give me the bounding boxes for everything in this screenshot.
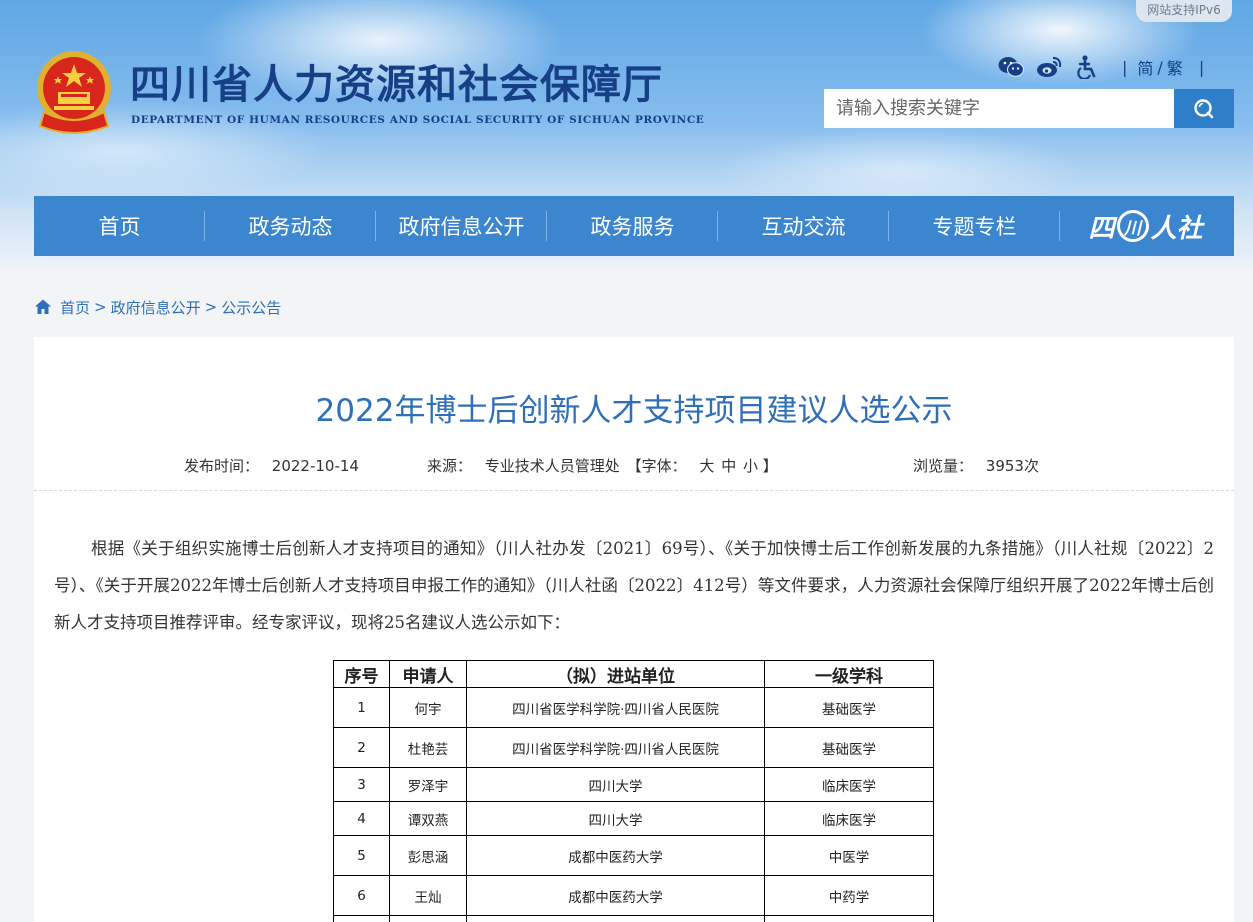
table-header-row: 序号 申请人 （拟）进站单位 一级学科 [333, 660, 934, 688]
tool-separator: | [1122, 57, 1128, 77]
nav-government-services[interactable]: 政务服务 [547, 196, 718, 256]
cell-unit: 成都中医药大学 [466, 835, 765, 876]
publish-date: 发布时间： 2022-10-14 [184, 455, 359, 476]
cell-discipline [764, 915, 934, 922]
accessibility-icon[interactable] [1074, 55, 1100, 79]
breadcrumb-home[interactable]: 首页 [60, 297, 90, 318]
home-icon [35, 299, 51, 314]
main-nav: 首页 政务动态 政府信息公开 政务服务 互动交流 专题专栏 四 川 人社 [34, 196, 1234, 256]
col-header-no: 序号 [333, 660, 390, 688]
view-count-label: 浏览量： [913, 457, 974, 475]
cell-name: 谭双燕 [389, 801, 467, 836]
nav-home[interactable]: 首页 [34, 196, 205, 256]
col-header-applicant: 申请人 [389, 660, 467, 688]
sichuan-hrss-brand-logo[interactable]: 四 川 人社 [1060, 196, 1231, 256]
table-row [333, 915, 934, 922]
brand-ring-text: 川 [1124, 218, 1141, 239]
ipv6-badge: 网站支持IPv6 [1136, 0, 1232, 22]
cell-name [389, 915, 467, 922]
breadcrumb-announcements[interactable]: 公示公告 [221, 297, 281, 318]
cell-name: 罗泽宇 [389, 767, 467, 802]
cell-discipline: 临床医学 [764, 801, 934, 836]
cell-discipline: 中药学 [764, 875, 934, 916]
col-header-discipline: 一级学科 [764, 660, 934, 688]
cell-discipline: 临床医学 [764, 767, 934, 802]
table-row: 5 彭思涵 成都中医药大学 中医学 [333, 835, 934, 876]
wechat-icon[interactable] [998, 55, 1024, 79]
table-row: 2 杜艳芸 四川省医学科学院·四川省人民医院 基础医学 [333, 727, 934, 768]
breadcrumb-info-disclosure[interactable]: 政府信息公开 [111, 297, 201, 318]
search-icon [1194, 98, 1214, 118]
site-subtitle: DEPARTMENT OF HUMAN RESOURCES AND SOCIAL… [131, 114, 705, 126]
source-value: 专业技术人员管理处 [484, 457, 620, 475]
cell-no: 2 [333, 727, 390, 768]
font-size-close: 】 [762, 457, 778, 475]
national-emblem-icon [37, 51, 111, 134]
header-tools: | 简 / 繁 | [998, 54, 1214, 80]
view-count-value: 3953次 [985, 457, 1039, 475]
font-size-small[interactable]: 小 [743, 457, 758, 475]
cell-unit: 四川大学 [466, 801, 765, 836]
col-header-unit: （拟）进站单位 [466, 660, 765, 688]
cell-unit [466, 915, 765, 922]
cell-name: 王灿 [389, 875, 467, 916]
lang-traditional[interactable]: 繁 [1167, 55, 1183, 79]
table-row: 4 谭双燕 四川大学 临床医学 [333, 801, 934, 836]
cell-name: 杜艳芸 [389, 727, 467, 768]
search-input[interactable] [824, 89, 1174, 128]
publish-date-label: 发布时间： [184, 457, 260, 475]
brand-ring: 川 [1116, 210, 1149, 242]
cell-no: 4 [333, 801, 390, 836]
nav-interaction[interactable]: 互动交流 [718, 196, 889, 256]
cell-name: 何宇 [389, 687, 467, 728]
tool-separator: | [1198, 57, 1205, 77]
cell-no [333, 915, 390, 922]
cell-no: 3 [333, 767, 390, 802]
cell-name: 彭思涵 [389, 835, 467, 876]
publish-date-value: 2022-10-14 [271, 457, 359, 475]
article-title: 2022年博士后创新人才支持项目建议人选公示 [315, 393, 953, 429]
breadcrumb-separator: > [94, 298, 107, 316]
search-button[interactable] [1174, 89, 1234, 128]
article-paragraph: 根据《关于组织实施博士后创新人才支持项目的通知》（川人社办发〔2021〕69号）… [54, 539, 1214, 632]
cell-no: 6 [333, 875, 390, 916]
font-size-medium[interactable]: 中 [721, 457, 736, 475]
cell-unit: 四川省医学科学院·四川省人民医院 [466, 727, 765, 768]
cell-unit: 成都中医药大学 [466, 875, 765, 916]
brand-left: 四 [1088, 213, 1115, 244]
view-count: 浏览量： 3953次 [913, 455, 1039, 476]
nav-special-topics[interactable]: 专题专栏 [889, 196, 1060, 256]
cell-discipline: 基础医学 [764, 687, 934, 728]
cell-discipline: 基础医学 [764, 727, 934, 768]
lang-simplified[interactable]: 简 [1137, 55, 1153, 79]
weibo-icon[interactable] [1036, 55, 1062, 79]
lang-divider: / [1157, 57, 1163, 77]
source-and-font: 来源： 专业技术人员管理处 【字体： 大 中 小 】 [427, 455, 778, 476]
table-row: 3 罗泽宇 四川大学 临床医学 [333, 767, 934, 802]
cell-unit: 四川省医学科学院·四川省人民医院 [466, 687, 765, 728]
brand-right: 人社 [1150, 213, 1203, 244]
site-title: 四川省人力资源和社会保障厅 [130, 61, 663, 108]
meta-divider [34, 490, 1234, 491]
cell-no: 5 [333, 835, 390, 876]
table-row: 1 何宇 四川省医学科学院·四川省人民医院 基础医学 [333, 687, 934, 728]
table-row: 6 王灿 成都中医药大学 中药学 [333, 875, 934, 916]
font-size-large[interactable]: 大 [699, 457, 714, 475]
nav-information-disclosure[interactable]: 政府信息公开 [376, 196, 547, 256]
font-size-open: 【字体： [626, 457, 687, 475]
breadcrumb: 首页 > 政府信息公开 > 公示公告 [34, 296, 281, 318]
article-panel: 2022年博士后创新人才支持项目建议人选公示 发布时间： 2022-10-14 … [34, 337, 1234, 922]
breadcrumb-separator: > [204, 298, 218, 316]
nav-government-news[interactable]: 政务动态 [205, 196, 376, 256]
source-label: 来源： [427, 457, 473, 475]
candidate-table: 序号 申请人 （拟）进站单位 一级学科 1 何宇 四川省医学科学院·四川省人民医… [333, 660, 934, 922]
cell-discipline: 中医学 [764, 835, 934, 876]
cell-no: 1 [333, 687, 390, 728]
cell-unit: 四川大学 [466, 767, 765, 802]
